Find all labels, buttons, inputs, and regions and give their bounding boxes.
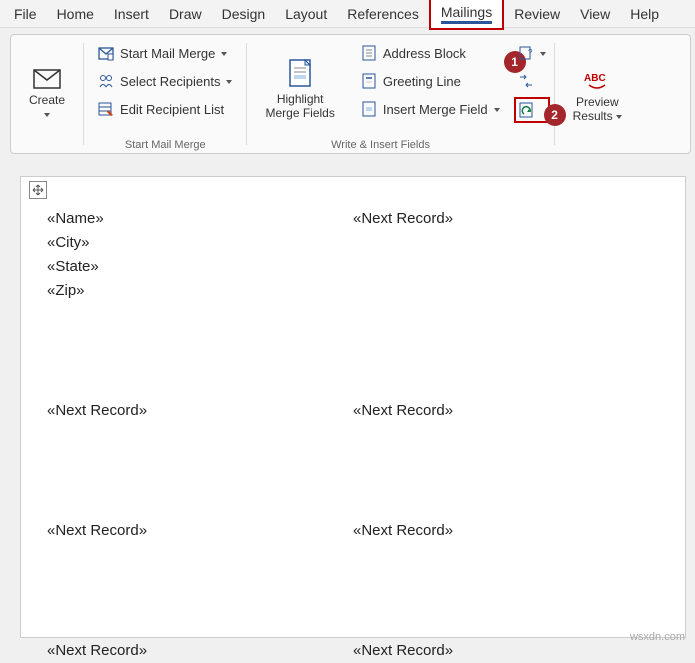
envelope-icon: [33, 69, 61, 89]
update-labels-icon: [518, 101, 536, 119]
chevron-down-icon: [616, 109, 622, 123]
label-cell-6: «Next Record»: [353, 519, 659, 543]
rules-icon: ?: [518, 45, 534, 61]
insert-field-icon: [361, 101, 377, 117]
tab-design[interactable]: Design: [212, 2, 276, 26]
document-page: «Name» «City» «State» «Zip» «Next Record…: [20, 176, 686, 638]
tab-review[interactable]: Review: [504, 2, 570, 26]
group-rules-icons: ? 2: [510, 35, 554, 153]
mail-merge-icon: [98, 45, 114, 61]
greeting-line-button[interactable]: Greeting Line: [355, 69, 506, 93]
tab-references[interactable]: References: [337, 2, 429, 26]
group-label-start-mail-merge: Start Mail Merge: [125, 139, 206, 151]
edit-recipient-list-button[interactable]: Edit Recipient List: [92, 97, 238, 121]
highlight-merge-fields-button[interactable]: HighlightMerge Fields: [255, 41, 344, 137]
greeting-line-icon: [361, 73, 377, 89]
tab-insert[interactable]: Insert: [104, 2, 159, 26]
table-move-handle-icon[interactable]: [29, 181, 47, 199]
rules-button[interactable]: ?: [514, 41, 550, 65]
group-start-mail-merge: Start Mail Merge Select Recipients Edit …: [84, 35, 246, 153]
tab-view[interactable]: View: [570, 2, 620, 26]
match-fields-icon: [518, 73, 534, 89]
label-grid: «Name» «City» «State» «Zip» «Next Record…: [47, 207, 659, 663]
chevron-down-icon: [44, 107, 50, 121]
tab-layout[interactable]: Layout: [275, 2, 337, 26]
chevron-down-icon: [221, 46, 227, 61]
ribbon: Create Start Mail Merge Select Recipient…: [10, 34, 691, 154]
create-button[interactable]: Create: [19, 41, 75, 149]
label-cell-4: «Next Record»: [353, 399, 659, 423]
update-labels-button[interactable]: 2: [514, 97, 550, 123]
group-create: Create: [11, 35, 83, 153]
tab-file[interactable]: File: [4, 2, 47, 26]
label-cell-8: «Next Record»: [353, 639, 659, 663]
highlight-doc-icon: [285, 58, 315, 88]
svg-text:ABC: ABC: [584, 73, 606, 84]
tab-help[interactable]: Help: [620, 2, 669, 26]
group-preview: ABC PreviewResults: [555, 35, 640, 153]
svg-text:?: ?: [528, 48, 533, 57]
chevron-down-icon: [540, 46, 546, 61]
tab-home[interactable]: Home: [47, 2, 104, 26]
tab-mailings[interactable]: Mailings: [429, 0, 504, 30]
insert-merge-field-button[interactable]: Insert Merge Field: [355, 97, 506, 121]
group-label-write-insert: Write & Insert Fields: [331, 139, 430, 151]
label-cell-5: «Next Record»: [47, 519, 353, 543]
start-mail-merge-button[interactable]: Start Mail Merge: [92, 41, 238, 65]
select-recipients-button[interactable]: Select Recipients: [92, 69, 238, 93]
chevron-down-icon: [494, 102, 500, 117]
group-write-insert: HighlightMerge Fields Address Block 1 Gr…: [247, 35, 509, 153]
ribbon-tabs: File Home Insert Draw Design Layout Refe…: [0, 0, 695, 28]
label-cell-2: «Next Record»: [353, 207, 659, 303]
label-cell-7: «Next Record»: [47, 639, 353, 663]
chevron-down-icon: [226, 74, 232, 89]
preview-results-button[interactable]: ABC PreviewResults: [563, 41, 632, 149]
preview-abc-icon: ABC: [581, 67, 613, 91]
edit-list-icon: [98, 101, 114, 117]
tab-draw[interactable]: Draw: [159, 2, 212, 26]
match-fields-button[interactable]: [514, 69, 550, 93]
address-block-button[interactable]: Address Block 1: [355, 41, 506, 65]
label-cell-1: «Name» «City» «State» «Zip»: [47, 207, 353, 303]
recipients-icon: [98, 73, 114, 89]
address-block-icon: [361, 45, 377, 61]
create-label: Create: [29, 93, 65, 107]
label-cell-3: «Next Record»: [47, 399, 353, 423]
watermark: wsxdn.com: [630, 631, 685, 643]
